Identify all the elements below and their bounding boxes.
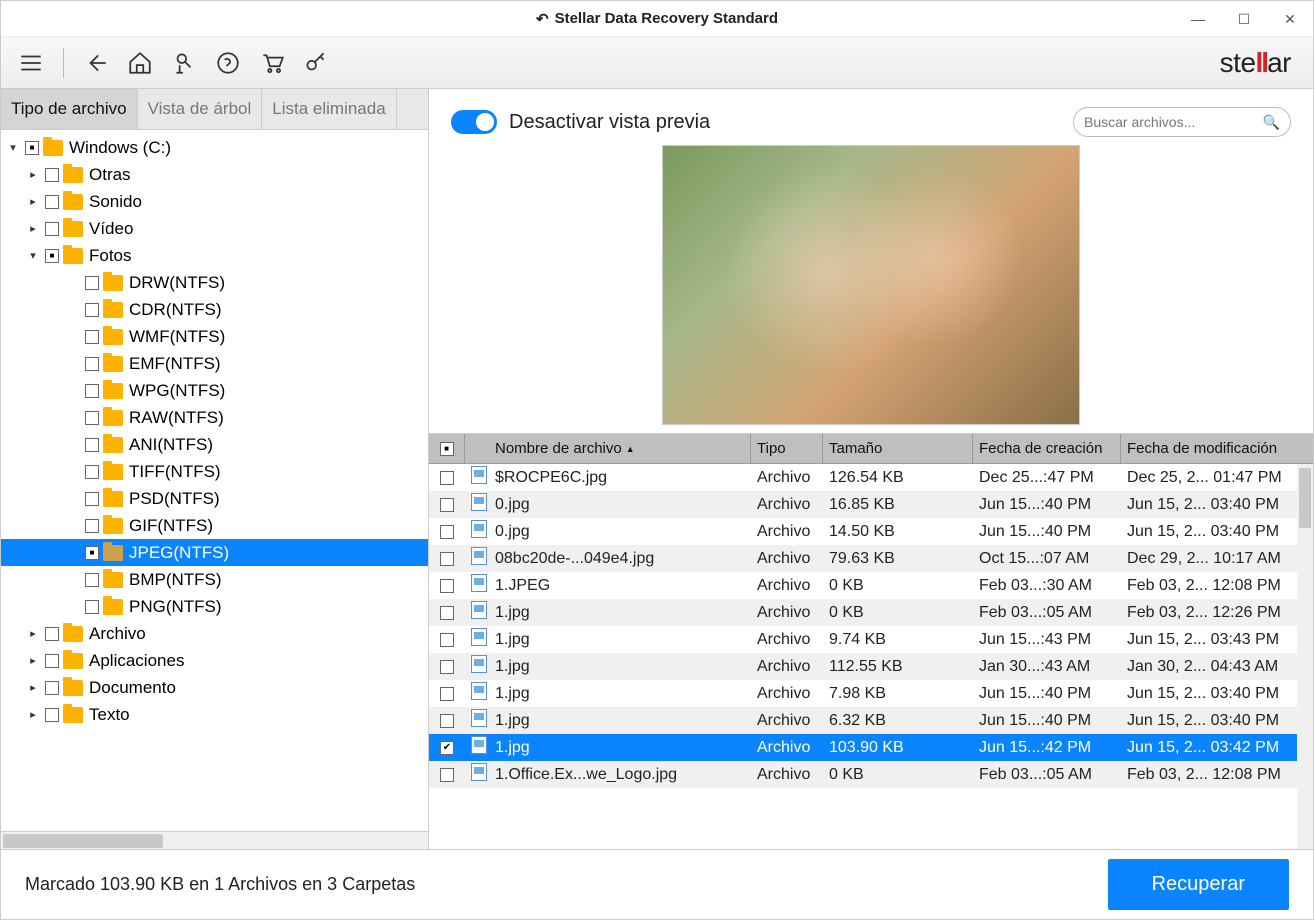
main-panel: Desactivar vista previa Buscar archivos.… <box>429 89 1313 849</box>
file-icon <box>471 709 487 727</box>
image-preview <box>662 145 1080 425</box>
status-text: Marcado 103.90 KB en 1 Archivos en 3 Car… <box>25 874 415 895</box>
file-icon <box>471 763 487 781</box>
content: Tipo de archivo Vista de árbol Lista eli… <box>1 89 1313 849</box>
search-input[interactable]: Buscar archivos... 🔍 <box>1073 107 1291 137</box>
recover-button[interactable]: Recuperar <box>1108 859 1289 910</box>
tree-item[interactable]: ▾Fotos <box>1 242 428 269</box>
minimize-button[interactable]: — <box>1175 1 1221 37</box>
grid-body[interactable]: $ROCPE6C.jpgArchivo126.54 KBDec 25...:47… <box>429 464 1313 849</box>
tree-item[interactable]: DRW(NTFS) <box>1 269 428 296</box>
cart-button[interactable] <box>252 43 292 83</box>
file-row[interactable]: 0.jpgArchivo14.50 KBJun 15...:40 PMJun 1… <box>429 518 1313 545</box>
file-icon <box>471 466 487 484</box>
file-icon <box>471 655 487 673</box>
file-row[interactable]: 1.jpgArchivo112.55 KBJan 30...:43 AMJan … <box>429 653 1313 680</box>
tree-item[interactable]: GIF(NTFS) <box>1 512 428 539</box>
file-row[interactable]: ✔1.jpgArchivo103.90 KBJun 15...:42 PMJun… <box>429 734 1313 761</box>
folder-tree[interactable]: ▾Windows (C:)▸Otras▸Sonido▸Vídeo▾FotosDR… <box>1 130 428 831</box>
header-created[interactable]: Fecha de creación <box>973 434 1121 463</box>
tree-item[interactable]: ▸Sonido <box>1 188 428 215</box>
key-button[interactable] <box>296 43 336 83</box>
file-grid: Nombre de archivo▲ Tipo Tamaño Fecha de … <box>429 433 1313 849</box>
file-icon <box>471 574 487 592</box>
tab-tree-view[interactable]: Vista de árbol <box>138 89 263 129</box>
main-top-bar: Desactivar vista previa Buscar archivos.… <box>429 89 1313 145</box>
tree-item[interactable]: RAW(NTFS) <box>1 404 428 431</box>
scan-button[interactable] <box>164 43 204 83</box>
header-type[interactable]: Tipo <box>751 434 823 463</box>
grid-header: Nombre de archivo▲ Tipo Tamaño Fecha de … <box>429 434 1313 464</box>
tree-item[interactable]: TIFF(NTFS) <box>1 458 428 485</box>
file-row[interactable]: 0.jpgArchivo16.85 KBJun 15...:40 PMJun 1… <box>429 491 1313 518</box>
header-checkbox[interactable] <box>429 434 465 463</box>
tree-item[interactable]: JPEG(NTFS) <box>1 539 428 566</box>
tree-item[interactable]: ▸Vídeo <box>1 215 428 242</box>
file-icon <box>471 736 487 754</box>
back-button[interactable] <box>76 43 116 83</box>
tree-hscrollbar[interactable] <box>1 831 428 849</box>
divider <box>63 48 64 78</box>
toolbar: stellar <box>1 37 1313 89</box>
header-modified[interactable]: Fecha de modificación <box>1121 434 1313 463</box>
tree-item[interactable]: ▸Archivo <box>1 620 428 647</box>
file-row[interactable]: 1.Office.Ex...we_Logo.jpgArchivo0 KBFeb … <box>429 761 1313 788</box>
search-icon: 🔍 <box>1263 114 1280 131</box>
grid-vscrollbar[interactable] <box>1297 464 1313 849</box>
file-icon <box>471 547 487 565</box>
tree-item[interactable]: BMP(NTFS) <box>1 566 428 593</box>
file-row[interactable]: 1.jpgArchivo7.98 KBJun 15...:40 PMJun 15… <box>429 680 1313 707</box>
footer: Marcado 103.90 KB en 1 Archivos en 3 Car… <box>1 849 1313 919</box>
tree-item[interactable]: ▾Windows (C:) <box>1 134 428 161</box>
tree-item[interactable]: PNG(NTFS) <box>1 593 428 620</box>
tree-item[interactable]: ▸Texto <box>1 701 428 728</box>
file-row[interactable]: 1.jpgArchivo0 KBFeb 03...:05 AMFeb 03, 2… <box>429 599 1313 626</box>
file-icon <box>471 682 487 700</box>
titlebar: ↶ Stellar Data Recovery Standard — ☐ ✕ <box>1 1 1313 37</box>
sidebar-tabs: Tipo de archivo Vista de árbol Lista eli… <box>1 89 428 130</box>
file-icon <box>471 628 487 646</box>
file-icon <box>471 520 487 538</box>
tree-item[interactable]: WMF(NTFS) <box>1 323 428 350</box>
menu-button[interactable] <box>11 43 51 83</box>
file-row[interactable]: 08bc20de-...049e4.jpgArchivo79.63 KBOct … <box>429 545 1313 572</box>
close-button[interactable]: ✕ <box>1267 1 1313 37</box>
help-button[interactable] <box>208 43 248 83</box>
tree-item[interactable]: CDR(NTFS) <box>1 296 428 323</box>
tree-item[interactable]: WPG(NTFS) <box>1 377 428 404</box>
tree-item[interactable]: ▸Documento <box>1 674 428 701</box>
window-title-wrap: ↶ Stellar Data Recovery Standard <box>536 10 778 28</box>
tree-item[interactable]: PSD(NTFS) <box>1 485 428 512</box>
file-icon <box>471 601 487 619</box>
header-name[interactable]: Nombre de archivo▲ <box>465 434 751 463</box>
window-title: Stellar Data Recovery Standard <box>555 10 778 27</box>
file-row[interactable]: $ROCPE6C.jpgArchivo126.54 KBDec 25...:47… <box>429 464 1313 491</box>
file-row[interactable]: 1.jpgArchivo9.74 KBJun 15...:43 PMJun 15… <box>429 626 1313 653</box>
tab-file-type[interactable]: Tipo de archivo <box>1 89 138 129</box>
preview-toggle[interactable] <box>451 110 497 134</box>
maximize-button[interactable]: ☐ <box>1221 1 1267 37</box>
tree-item[interactable]: ▸Otras <box>1 161 428 188</box>
tree-item[interactable]: ▸Aplicaciones <box>1 647 428 674</box>
tree-item[interactable]: ANI(NTFS) <box>1 431 428 458</box>
preview-toggle-label: Desactivar vista previa <box>509 111 710 134</box>
sidebar: Tipo de archivo Vista de árbol Lista eli… <box>1 89 429 849</box>
window-controls: — ☐ ✕ <box>1175 1 1313 37</box>
search-placeholder: Buscar archivos... <box>1084 114 1195 130</box>
header-size[interactable]: Tamaño <box>823 434 973 463</box>
home-button[interactable] <box>120 43 160 83</box>
undo-icon: ↶ <box>536 10 549 28</box>
tree-item[interactable]: EMF(NTFS) <box>1 350 428 377</box>
tab-deleted-list[interactable]: Lista eliminada <box>262 89 396 129</box>
brand-logo: stellar <box>1220 47 1303 79</box>
file-icon <box>471 493 487 511</box>
file-row[interactable]: 1.JPEGArchivo0 KBFeb 03...:30 AMFeb 03, … <box>429 572 1313 599</box>
file-row[interactable]: 1.jpgArchivo6.32 KBJun 15...:40 PMJun 15… <box>429 707 1313 734</box>
